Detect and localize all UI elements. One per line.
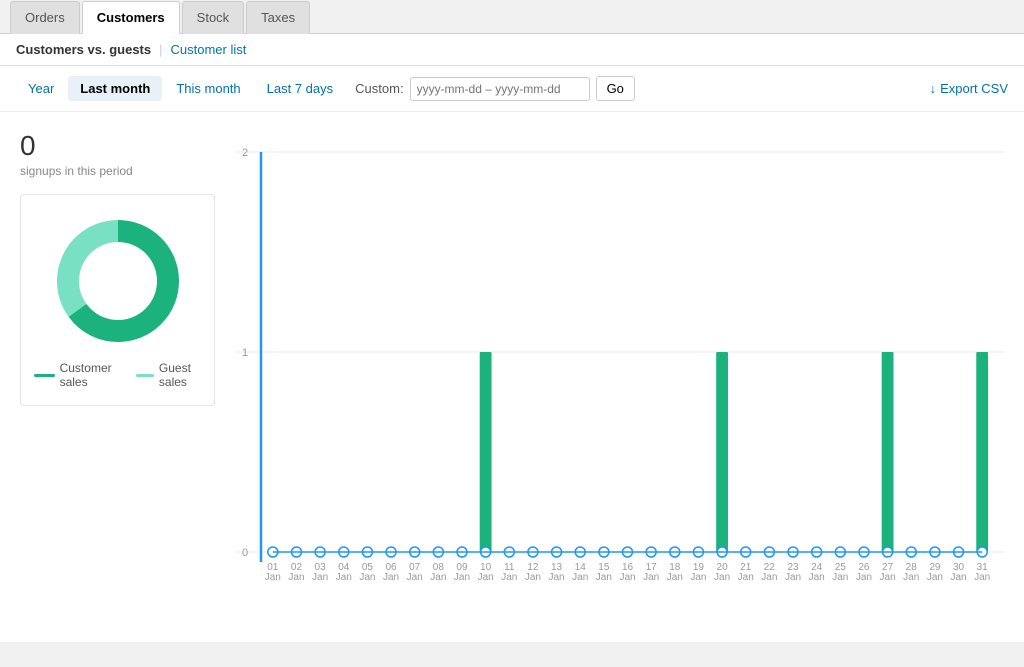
svg-text:Jan: Jan [738,572,754,583]
custom-range-input[interactable] [410,77,590,101]
svg-text:Jan: Jan [761,572,777,583]
svg-text:Jan: Jan [927,572,943,583]
signups-label: signups in this period [20,164,215,178]
svg-text:Jan: Jan [809,572,825,583]
donut-legend: Customer sales Guest sales [34,361,200,389]
svg-text:Jan: Jan [903,572,919,583]
svg-text:Jan: Jan [383,572,399,583]
svg-text:Jan: Jan [832,572,848,583]
svg-text:Jan: Jan [785,572,801,583]
svg-text:Jan: Jan [619,572,635,583]
chart-wrapper: 2 1 0 01Jan02Jan03Jan04Jan05Jan06Jan07Ja… [235,132,1004,632]
header-separator: | [159,42,162,57]
donut-chart-container: Customer sales Guest sales [20,194,215,406]
donut-chart-svg [48,211,188,351]
svg-text:Jan: Jan [265,572,281,583]
legend-customer-sales: Customer sales [34,361,119,389]
svg-text:Jan: Jan [478,572,494,583]
bar-chart-svg: 2 1 0 01Jan02Jan03Jan04Jan05Jan06Jan07Ja… [235,132,1004,612]
svg-text:Jan: Jan [643,572,659,583]
svg-text:Jan: Jan [525,572,541,583]
svg-text:Jan: Jan [690,572,706,583]
tab-year[interactable]: Year [16,76,66,101]
export-label: Export CSV [940,81,1008,96]
signups-count: 0 [20,132,215,160]
custom-range: Custom: Go [355,76,635,101]
page-header: Customers vs. guests | Customer list [0,34,1024,66]
right-chart: 2 1 0 01Jan02Jan03Jan04Jan05Jan06Jan07Ja… [225,122,1014,632]
tab-last-month[interactable]: Last month [68,76,162,101]
tab-last-7-days[interactable]: Last 7 days [255,76,346,101]
custom-range-label: Custom: [355,81,403,96]
tab-taxes[interactable]: Taxes [246,1,310,34]
svg-text:Jan: Jan [359,572,375,583]
svg-text:Jan: Jan [974,572,990,583]
go-button[interactable]: Go [596,76,635,101]
svg-text:1: 1 [242,347,248,359]
svg-text:Jan: Jan [501,572,517,583]
svg-text:Jan: Jan [312,572,328,583]
svg-text:Jan: Jan [572,572,588,583]
svg-text:Jan: Jan [454,572,470,583]
svg-text:Jan: Jan [596,572,612,583]
export-csv-button[interactable]: ↓ Export CSV [930,81,1008,96]
chart-section: 0 signups in this period Customer sales [0,112,1024,642]
tab-stock[interactable]: Stock [182,1,245,34]
legend-guest-label: Guest sales [159,361,201,389]
svg-text:Jan: Jan [880,572,896,583]
period-tabs-bar: Year Last month This month Last 7 days C… [0,66,1024,112]
svg-text:Jan: Jan [549,572,565,583]
legend-guest-sales: Guest sales [136,361,201,389]
svg-text:0: 0 [242,547,248,559]
svg-text:Jan: Jan [714,572,730,583]
svg-text:Jan: Jan [856,572,872,583]
svg-text:Jan: Jan [288,572,304,583]
tab-this-month[interactable]: This month [164,76,252,101]
svg-text:Jan: Jan [336,572,352,583]
main-content: Year Last month This month Last 7 days C… [0,66,1024,642]
export-icon: ↓ [930,81,937,96]
svg-text:Jan: Jan [667,572,683,583]
legend-guest-color [136,374,154,377]
legend-customer-color [34,374,54,377]
customer-list-link[interactable]: Customer list [171,42,247,57]
tab-orders[interactable]: Orders [10,1,80,34]
svg-text:Jan: Jan [950,572,966,583]
page-title: Customers vs. guests [16,42,151,57]
legend-customer-label: Customer sales [60,361,120,389]
tab-customers[interactable]: Customers [82,1,180,34]
svg-text:Jan: Jan [407,572,423,583]
svg-text:Jan: Jan [430,572,446,583]
svg-text:2: 2 [242,147,248,159]
left-panel: 0 signups in this period Customer sales [10,122,225,632]
top-nav: Orders Customers Stock Taxes [0,0,1024,34]
